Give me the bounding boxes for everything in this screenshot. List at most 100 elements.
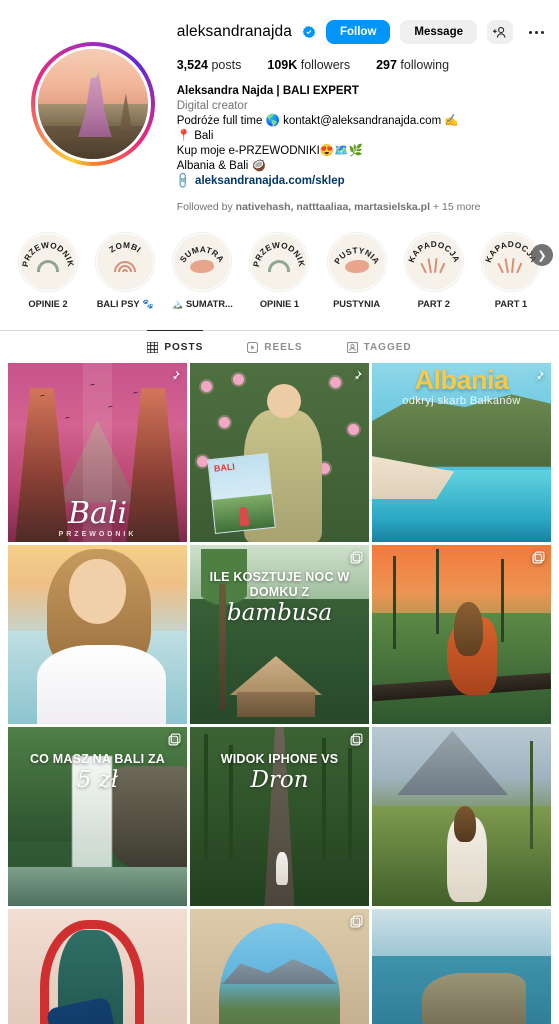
highlight-cover: PUSTYNIA <box>328 234 385 290</box>
following-label: following <box>400 58 450 72</box>
tab-tagged-label: TAGGED <box>363 342 412 353</box>
dot <box>534 30 538 34</box>
post-overlay-text: ILE KOSZTUJE NOC W DOMKU Z bambusa <box>190 545 369 724</box>
pin-icon <box>353 370 362 381</box>
post-artwork <box>8 909 187 1024</box>
highlight-item[interactable]: PRZEWODNIK OPINIE 1 <box>243 232 315 310</box>
profile-stats: 3,524 posts 109K followers 297 following <box>177 58 549 72</box>
bio-link-row[interactable]: 🔗 aleksandranajda.com/sklep <box>174 171 549 191</box>
highlight-label: OPINIE 2 <box>28 299 68 309</box>
bio-line-1: Podróże full time 🌎 kontakt@aleksandrana… <box>176 115 459 127</box>
tab-reels[interactable]: REELS <box>247 330 302 363</box>
post-thumbnail[interactable]: WIDOK IPHONE VS Dron <box>190 727 369 906</box>
post-thumbnail[interactable] <box>190 909 369 1024</box>
post-overlay-text: CO MASZ NA BALI ZA 5 zł <box>8 727 187 906</box>
post-thumbnail[interactable]: BALI <box>190 363 369 542</box>
ring <box>122 268 129 272</box>
post-subtitle: PRZEWODNIK <box>58 531 137 539</box>
bio-link[interactable]: aleksandranajda.com/sklep <box>195 175 345 187</box>
highlight-item[interactable]: PRZEWODNIK OPINIE 2 <box>12 232 84 310</box>
highlight-cover: KAPADOCJA <box>405 234 462 290</box>
magazine-cover: BALI <box>207 453 277 535</box>
carousel-icon <box>168 733 181 746</box>
story-highlights: PRZEWODNIK OPINIE 2 ZOMBI BALI PSY 🐾 SUM… <box>0 214 559 310</box>
pin-icon <box>171 370 180 381</box>
tagged-icon <box>346 342 358 353</box>
avatar-story-ring[interactable] <box>31 42 156 166</box>
followers-stat[interactable]: 109K followers <box>267 58 350 72</box>
post-thumbnail[interactable] <box>372 909 551 1024</box>
blade <box>427 258 432 274</box>
highlight-cover: ZOMBI <box>97 234 154 290</box>
post-thumbnail[interactable]: ILE KOSZTUJE NOC W DOMKU Z bambusa <box>190 545 369 724</box>
instagram-profile-page: aleksandranajda Follow Message 3,524 pos… <box>0 0 559 1024</box>
highlight-cover-ring[interactable]: PRZEWODNIK <box>249 232 310 292</box>
highlight-label: OPINIE 1 <box>259 299 300 309</box>
post-artwork <box>372 545 551 724</box>
highlight-cover-ring[interactable]: SUMATRA <box>172 232 233 292</box>
highlight-item[interactable]: KAPADOCJA PART 2 <box>398 232 470 310</box>
reels-icon <box>247 342 259 353</box>
post-thumbnail[interactable]: Bali PRZEWODNIK <box>8 363 187 542</box>
add-person-glyph <box>492 26 505 38</box>
highlight-cover: PRZEWODNIK <box>20 234 76 290</box>
carousel-icon <box>350 915 363 928</box>
bio-line-2: 📍 Bali <box>176 130 214 142</box>
highlight-cover: PRZEWODNIK <box>251 234 308 290</box>
avatar[interactable] <box>38 49 149 159</box>
person-top <box>36 645 166 724</box>
carousel-icon <box>532 551 545 564</box>
post-thumbnail[interactable] <box>8 545 187 724</box>
person-hair <box>454 602 483 656</box>
chevron-right-icon[interactable]: ❯ <box>531 244 553 266</box>
post-artwork <box>372 909 551 1024</box>
profile-bio: Aleksandra Najda | BALI EXPERT Digital c… <box>174 84 549 191</box>
highlight-cover-ring[interactable]: KAPADOCJA <box>403 232 464 292</box>
highlight-label: BALI PSY 🐾 <box>96 299 154 309</box>
blade <box>516 262 523 274</box>
highlight-cover: KAPADOCJA <box>482 234 539 290</box>
post-artwork: Bali PRZEWODNIK <box>8 363 187 542</box>
blade <box>497 262 505 274</box>
post-artwork: ILE KOSZTUJE NOC W DOMKU Z bambusa <box>190 545 369 724</box>
bio-line-3: Kup moje e-PRZEWODNIKI😍🗺️🌿 <box>176 145 363 157</box>
grass-motif-icon <box>420 257 446 274</box>
highlight-cover-ring[interactable]: PUSTYNIA <box>326 232 387 292</box>
chain-link-icon: 🔗 <box>174 171 193 191</box>
highlight-label: PART 2 <box>417 299 450 309</box>
profile-info-column: aleksandranajda Follow Message 3,524 pos… <box>174 14 549 214</box>
post-thumbnail[interactable]: Albania odkryj skarb Bałkanów <box>372 363 551 542</box>
post-thumbnail[interactable]: CO MASZ NA BALI ZA 5 zł <box>8 727 187 906</box>
tab-tagged[interactable]: TAGGED <box>346 330 412 363</box>
post-thumbnail[interactable] <box>372 727 551 906</box>
following-stat[interactable]: 297 following <box>376 58 449 72</box>
blob-motif-icon <box>189 258 215 274</box>
followers-count: 109K <box>267 58 298 72</box>
follow-button[interactable]: Follow <box>325 20 391 44</box>
grass-motif-icon <box>497 257 523 274</box>
tab-posts[interactable]: POSTS <box>147 330 204 363</box>
bird <box>65 416 71 421</box>
highlight-item[interactable]: PUSTYNIA PUSTYNIA <box>321 232 393 310</box>
posts-label: posts <box>211 58 242 72</box>
highlight-cover-ring[interactable]: PRZEWODNIK <box>18 232 78 292</box>
verified-badge-icon <box>302 25 316 39</box>
post-artwork: CO MASZ NA BALI ZA 5 zł <box>8 727 187 906</box>
blob-motif-icon <box>344 258 370 274</box>
message-button[interactable]: Message <box>400 20 477 44</box>
carousel-icon <box>350 733 363 746</box>
post-thumbnail[interactable] <box>8 909 187 1024</box>
more-options-icon[interactable] <box>523 20 549 44</box>
post-thumbnail[interactable] <box>372 545 551 724</box>
dot <box>540 30 544 34</box>
followed-by-suffix[interactable]: + 15 more <box>433 201 481 213</box>
highlight-cover-ring[interactable]: KAPADOCJA <box>480 232 541 292</box>
highlight-item[interactable]: ZOMBI BALI PSY 🐾 <box>89 232 161 310</box>
post-subtitle: Dron <box>250 767 309 794</box>
highlight-item[interactable]: SUMATRA 🏔️ SUMATR... <box>166 232 238 310</box>
post-title: Albania <box>414 364 509 395</box>
add-person-icon[interactable] <box>487 20 513 44</box>
followed-by-names[interactable]: nativehash, natttaaliaa, martasielska.pl <box>236 201 430 213</box>
highlight-item[interactable]: KAPADOCJA PART 1 <box>475 232 547 310</box>
highlight-cover-ring[interactable]: ZOMBI <box>95 232 156 292</box>
